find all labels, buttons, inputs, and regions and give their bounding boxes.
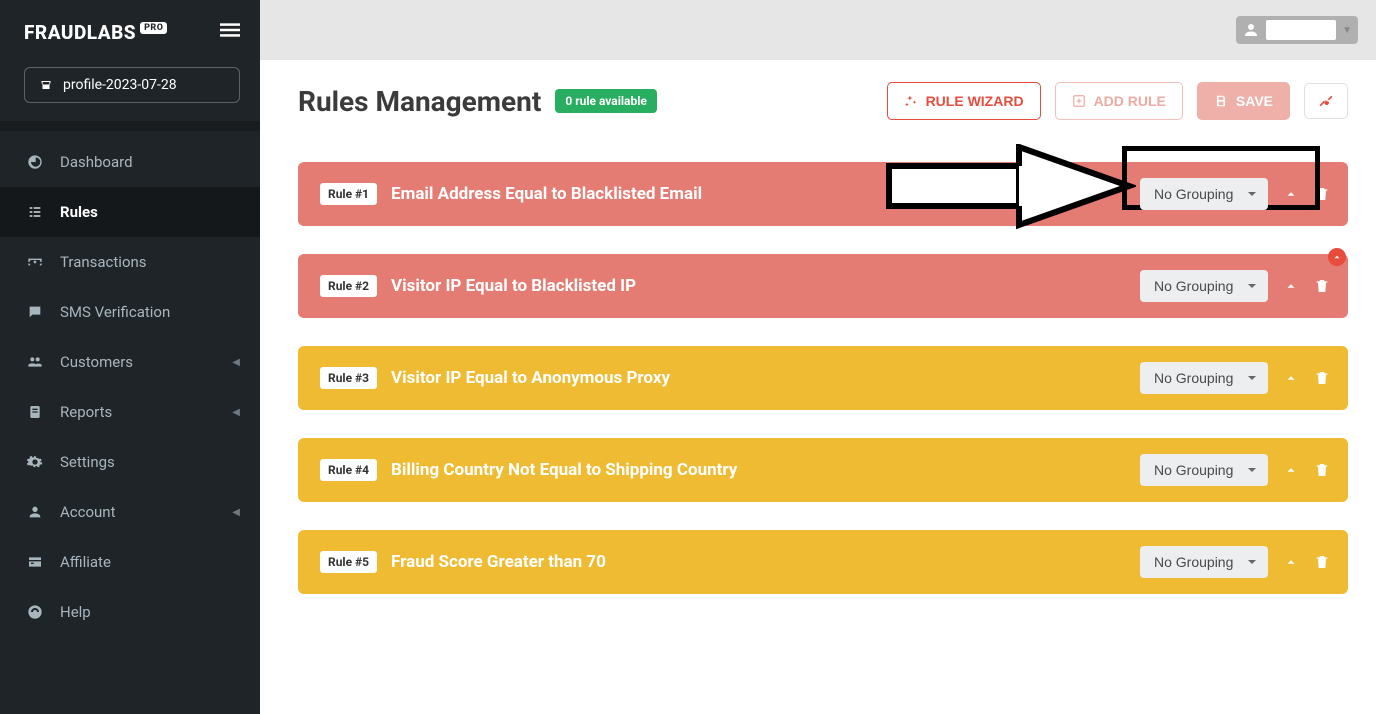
sidebar-item-transactions[interactable]: Transactions xyxy=(0,237,260,287)
grouping-select[interactable]: No Grouping xyxy=(1140,270,1268,302)
main-content: ▼ Rules Management 0 rule available RULE… xyxy=(260,0,1376,714)
sidebar-item-dashboard[interactable]: Dashboard xyxy=(0,137,260,187)
rule-row[interactable]: Rule #1 Email Address Equal to Blacklist… xyxy=(298,162,1348,226)
affiliate-icon xyxy=(26,554,44,570)
dashboard-icon xyxy=(26,154,44,170)
sidebar-item-label: Dashboard xyxy=(60,153,133,171)
rule-title: Fraud Score Greater than 70 xyxy=(391,552,606,572)
tools-button[interactable] xyxy=(1304,83,1348,119)
rule-row[interactable]: Rule #4 Billing Country Not Equal to Shi… xyxy=(298,438,1348,502)
save-label: SAVE xyxy=(1236,93,1273,109)
rules-list: Rule #1 Email Address Equal to Blacklist… xyxy=(298,162,1348,594)
sms-icon xyxy=(26,304,44,320)
rule-tag: Rule #4 xyxy=(320,459,377,481)
delete-icon[interactable] xyxy=(1314,554,1330,570)
sidebar-nav: Dashboard Rules Transactions SMS Verific… xyxy=(0,131,260,637)
grouping-select[interactable]: No Grouping xyxy=(1140,178,1268,210)
expand-icon[interactable] xyxy=(1284,555,1298,569)
store-icon xyxy=(39,79,53,91)
delete-icon[interactable] xyxy=(1314,186,1330,202)
rule-tag: Rule #3 xyxy=(320,367,377,389)
sidebar-item-customers[interactable]: Customers ◀ xyxy=(0,337,260,387)
expand-icon[interactable] xyxy=(1284,187,1298,201)
user-name-placeholder xyxy=(1266,20,1336,40)
sidebar-item-label: Affiliate xyxy=(60,553,111,571)
rule-row[interactable]: Rule #2 Visitor IP Equal to Blacklisted … xyxy=(298,254,1348,318)
rule-row[interactable]: Rule #3 Visitor IP Equal to Anonymous Pr… xyxy=(298,346,1348,410)
caret-icon: ◀ xyxy=(232,407,240,418)
sidebar-item-label: Help xyxy=(60,603,91,621)
reports-icon xyxy=(26,404,44,420)
grouping-select[interactable]: No Grouping xyxy=(1140,546,1268,578)
account-icon xyxy=(26,504,44,520)
sidebar-item-settings[interactable]: Settings xyxy=(0,437,260,487)
sidebar-item-affiliate[interactable]: Affiliate xyxy=(0,537,260,587)
save-icon xyxy=(1214,94,1228,108)
delete-icon[interactable] xyxy=(1314,278,1330,294)
sidebar-item-label: Customers xyxy=(60,353,133,371)
sidebar-item-rules[interactable]: Rules xyxy=(0,187,260,237)
rules-icon xyxy=(26,204,44,220)
help-icon xyxy=(26,604,44,620)
profile-name: profile-2023-07-28 xyxy=(63,77,177,93)
wizard-icon xyxy=(904,94,918,108)
caret-icon: ◀ xyxy=(232,507,240,518)
sidebar-item-label: Rules xyxy=(60,203,98,221)
rule-title: Visitor IP Equal to Anonymous Proxy xyxy=(391,368,670,388)
sidebar-item-reports[interactable]: Reports ◀ xyxy=(0,387,260,437)
transactions-icon xyxy=(26,254,44,270)
save-button[interactable]: SAVE xyxy=(1197,82,1290,120)
customers-icon xyxy=(26,354,44,370)
rule-title: Email Address Equal to Blacklisted Email xyxy=(391,184,702,204)
rule-tag: Rule #2 xyxy=(320,275,377,297)
sidebar: FRAUDLABS PRO profile-2023-07-28 Dashboa… xyxy=(0,0,260,714)
page-title: Rules Management xyxy=(298,85,541,118)
sidebar-item-label: Account xyxy=(60,503,116,521)
settings-icon xyxy=(26,454,44,470)
tools-icon xyxy=(1319,94,1333,108)
rule-tag: Rule #5 xyxy=(320,551,377,573)
rule-wizard-label: RULE WIZARD xyxy=(926,93,1024,109)
expand-icon[interactable] xyxy=(1284,279,1298,293)
rule-title: Visitor IP Equal to Blacklisted IP xyxy=(391,276,636,296)
rule-row[interactable]: Rule #5 Fraud Score Greater than 70 No G… xyxy=(298,530,1348,594)
sidebar-item-help[interactable]: Help xyxy=(0,587,260,637)
expand-icon[interactable] xyxy=(1284,463,1298,477)
plus-icon xyxy=(1072,94,1086,108)
user-icon xyxy=(1242,21,1260,39)
sidebar-item-label: Settings xyxy=(60,453,115,471)
sidebar-item-label: Transactions xyxy=(60,253,147,271)
grouping-select[interactable]: No Grouping xyxy=(1140,454,1268,486)
sidebar-item-label: SMS Verification xyxy=(60,303,170,321)
rules-available-badge: 0 rule available xyxy=(555,89,657,113)
user-menu[interactable]: ▼ xyxy=(1236,16,1358,44)
chevron-up-icon xyxy=(1332,252,1342,262)
logo-text: FRAUDLABS xyxy=(24,21,136,44)
collapse-all-button[interactable] xyxy=(1328,248,1346,266)
logo-pro-badge: PRO xyxy=(140,22,167,34)
menu-toggle-button[interactable] xyxy=(220,20,240,45)
delete-icon[interactable] xyxy=(1314,462,1330,478)
caret-icon: ◀ xyxy=(232,357,240,368)
dropdown-caret-icon: ▼ xyxy=(1342,25,1352,36)
topbar: ▼ xyxy=(260,0,1376,60)
rule-tag: Rule #1 xyxy=(320,183,377,205)
sidebar-item-label: Reports xyxy=(60,403,112,421)
logo: FRAUDLABS PRO xyxy=(24,21,167,44)
sidebar-item-account[interactable]: Account ◀ xyxy=(0,487,260,537)
rule-title: Billing Country Not Equal to Shipping Co… xyxy=(391,460,737,480)
sidebar-item-sms-verification[interactable]: SMS Verification xyxy=(0,287,260,337)
add-rule-label: ADD RULE xyxy=(1094,93,1166,109)
profile-selector[interactable]: profile-2023-07-28 xyxy=(24,67,240,103)
rule-wizard-button[interactable]: RULE WIZARD xyxy=(887,82,1041,120)
delete-icon[interactable] xyxy=(1314,370,1330,386)
add-rule-button[interactable]: ADD RULE xyxy=(1055,82,1183,120)
expand-icon[interactable] xyxy=(1284,371,1298,385)
grouping-select[interactable]: No Grouping xyxy=(1140,362,1268,394)
